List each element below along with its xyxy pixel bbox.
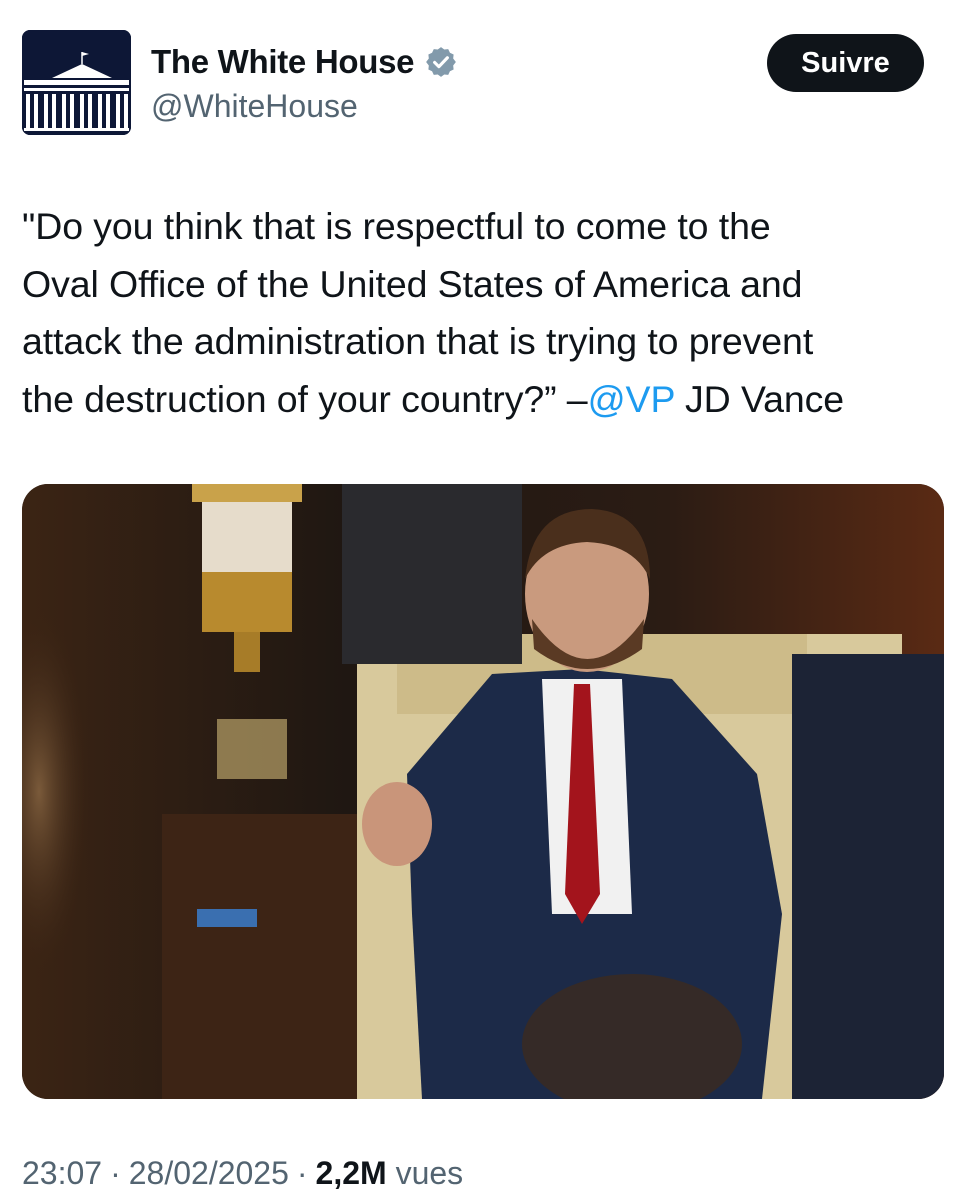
tweet-text-attribution: JD Vance bbox=[674, 377, 845, 420]
tweet-meta: 23:07 · 28/02/2025 · 2,2M vues bbox=[22, 1155, 463, 1192]
photo-icon bbox=[22, 484, 944, 1099]
meta-separator: · bbox=[296, 1155, 308, 1191]
account-name-row: The White House bbox=[151, 40, 458, 84]
account-display-name[interactable]: The White House bbox=[151, 43, 414, 81]
tweet-time[interactable]: 23:07 bbox=[22, 1155, 102, 1192]
mention-link[interactable]: @VP bbox=[588, 378, 675, 420]
avatar[interactable] bbox=[22, 30, 131, 135]
tweet-photo[interactable] bbox=[22, 484, 944, 1099]
verified-badge-icon bbox=[426, 47, 457, 77]
white-house-logo-icon bbox=[22, 30, 131, 135]
tweet-date[interactable]: 28/02/2025 bbox=[129, 1155, 289, 1192]
follow-button[interactable]: Suivre bbox=[767, 34, 924, 92]
tweet-text: "Do you think that is respectful to come… bbox=[22, 198, 947, 428]
meta-separator: · bbox=[110, 1155, 121, 1191]
views-count: 2,2M bbox=[315, 1155, 387, 1191]
account-handle[interactable]: @WhiteHouse bbox=[151, 88, 358, 125]
views-label: vues bbox=[395, 1155, 464, 1191]
